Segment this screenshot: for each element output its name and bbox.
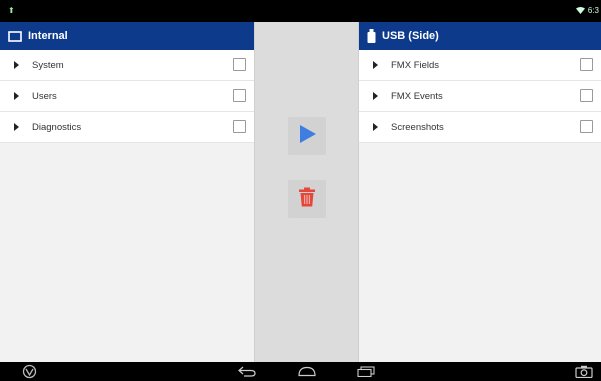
list-item-label: Users [32,90,57,102]
back-icon[interactable] [238,366,256,377]
home-icon[interactable] [297,366,317,377]
list-item-fmx-fields[interactable]: FMX Fields [359,50,601,81]
status-bar: ⬆ 6:3 [0,0,601,22]
action-column [254,22,359,362]
list-item-system[interactable]: System [0,50,254,81]
usb-drive-icon [367,29,376,43]
list-item-label: System [32,59,64,71]
usb-panel-header: USB (Side) [359,22,601,50]
list-item-label: FMX Fields [391,59,440,71]
usb-panel-title: USB (Side) [382,30,439,42]
status-right: 6:3 [575,6,599,15]
expand-caret-icon[interactable] [373,92,378,100]
play-arrow-icon [297,124,317,149]
expand-caret-icon[interactable] [373,123,378,131]
list-item-diagnostics[interactable]: Diagnostics [0,112,254,143]
transfer-button[interactable] [288,117,326,155]
expand-caret-icon[interactable] [373,61,378,69]
usb-panel: USB (Side) FMX Fields FMX Events Screens… [359,22,601,362]
status-time: 6:3 [587,6,599,15]
screenshot-camera-icon[interactable] [575,365,593,378]
select-checkbox[interactable] [580,58,593,71]
internal-panel-title: Internal [28,30,68,42]
internal-panel-header: Internal [0,22,254,50]
expand-caret-icon[interactable] [14,123,19,131]
list-item-label: FMX Events [391,90,443,102]
delete-button[interactable] [288,180,326,218]
expand-caret-icon[interactable] [14,61,19,69]
usb-list: FMX Fields FMX Events Screenshots [359,50,601,143]
app-logo-icon[interactable] [22,364,37,379]
list-item-users[interactable]: Users [0,81,254,112]
screen: ⬆ 6:3 Internal System Users Diagnostics … [0,0,601,381]
select-checkbox[interactable] [233,89,246,102]
list-item-screenshots[interactable]: Screenshots [359,112,601,143]
internal-panel: Internal System Users Diagnostics [0,22,254,362]
navigation-bar [0,362,601,381]
tablet-icon [8,30,22,42]
list-item-label: Diagnostics [32,121,82,133]
select-checkbox[interactable] [233,58,246,71]
wifi-icon [575,7,585,14]
internal-list: System Users Diagnostics [0,50,254,143]
recent-apps-icon[interactable] [357,366,375,377]
select-checkbox[interactable] [233,120,246,133]
select-checkbox[interactable] [580,120,593,133]
trash-icon [298,187,316,212]
select-checkbox[interactable] [580,89,593,102]
list-item-fmx-events[interactable]: FMX Events [359,81,601,112]
list-item-label: Screenshots [391,121,444,133]
expand-caret-icon[interactable] [14,92,19,100]
usb-debug-icon: ⬆ [8,6,15,15]
